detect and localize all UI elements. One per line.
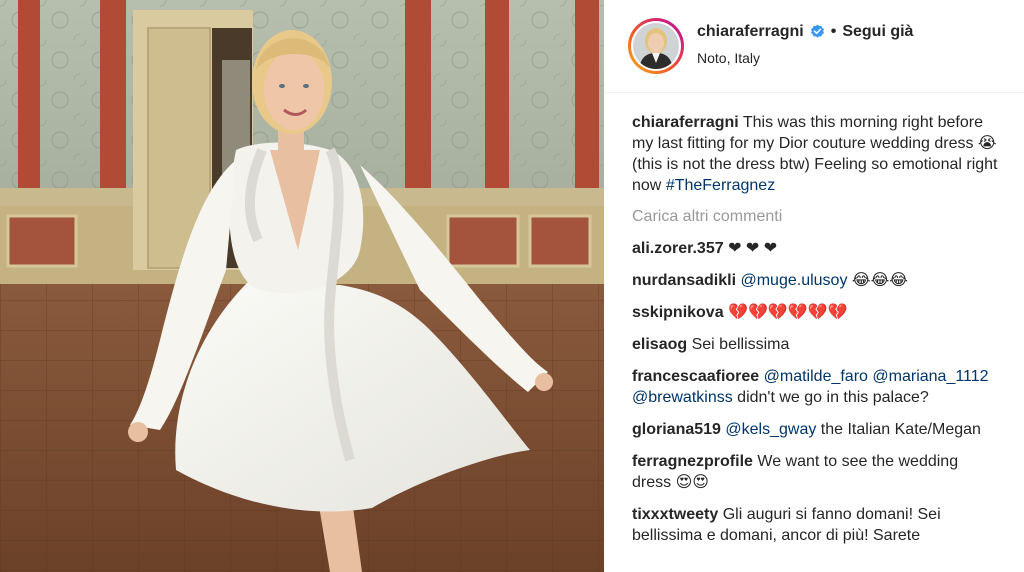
comment-text: 💔💔💔💔💔💔 [728,304,848,321]
avatar [633,23,679,69]
comment-text: didn't we go in this palace? [737,389,929,406]
comment-text: the Italian Kate/Megan [820,421,981,438]
caption-hashtag[interactable]: #TheFerragnez [666,177,775,194]
comment-username[interactable]: ali.zorer.357 [632,240,724,257]
comment-mention[interactable]: @brewatkinss [632,389,733,406]
comment-username[interactable]: elisaog [632,336,687,353]
comment-item: elisaog Sei bellissima [632,334,1000,355]
follow-button[interactable]: Segui già [842,23,913,41]
post-side-panel: chiaraferragni • Segui già Noto, Italy c… [604,0,1024,572]
comments-list: chiaraferragni This was this morning rig… [604,93,1024,546]
comment-username[interactable]: gloriana519 [632,421,721,438]
comment-text: 😂😂😂 [851,272,908,289]
post-location[interactable]: Noto, Italy [697,50,913,66]
load-more-comments-button[interactable]: Carica altri commenti [632,206,1000,227]
comment-item: gloriana519 @kels_gway the Italian Kate/… [632,419,1000,440]
comment-mention[interactable]: @muge.ulusoy [740,272,847,289]
comment-username[interactable]: sskipnikova [632,304,724,321]
header-text: chiaraferragni • Segui già Noto, Italy [697,23,913,66]
comment-item: ferragnezprofile We want to see the wedd… [632,451,1000,493]
verified-badge-icon [810,24,824,38]
comment-mention[interactable]: @matilde_faro [764,368,868,385]
comment-username[interactable]: tixxxtweety [632,506,718,523]
comment-item: ali.zorer.357 ❤ ❤ ❤ [632,238,1000,259]
comment-item: francescaafioree @matilde_faro @mariana_… [632,366,1000,408]
caption: chiaraferragni This was this morning rig… [632,112,1000,196]
comment-mention[interactable]: @kels_gway [725,421,816,438]
comment-username[interactable]: ferragnezprofile [632,453,753,470]
instagram-post: chiaraferragni • Segui già Noto, Italy c… [0,0,1024,572]
comment-username[interactable]: nurdansadikli [632,272,736,289]
post-header: chiaraferragni • Segui già Noto, Italy [604,0,1024,93]
story-ring[interactable] [628,18,684,74]
comment-username[interactable]: francescaafioree [632,368,759,385]
post-username[interactable]: chiaraferragni [697,23,804,41]
comment-item: nurdansadikli @muge.ulusoy 😂😂😂 [632,270,1000,291]
comment-item: tixxxtweety Gli auguri si fanno domani! … [632,504,1000,546]
comment-text: Sei bellissima [691,336,790,353]
comment-text: ❤ ❤ ❤ [728,240,778,257]
header-line: chiaraferragni • Segui già [697,23,913,41]
avatar-border [631,21,681,71]
separator-dot: • [830,22,837,40]
post-photo-image [0,0,604,572]
comment-item: sskipnikova 💔💔💔💔💔💔 [632,302,1000,323]
comment-mention[interactable]: @mariana_1112 [872,368,988,385]
post-photo[interactable] [0,0,604,572]
caption-username[interactable]: chiaraferragni [632,114,739,131]
